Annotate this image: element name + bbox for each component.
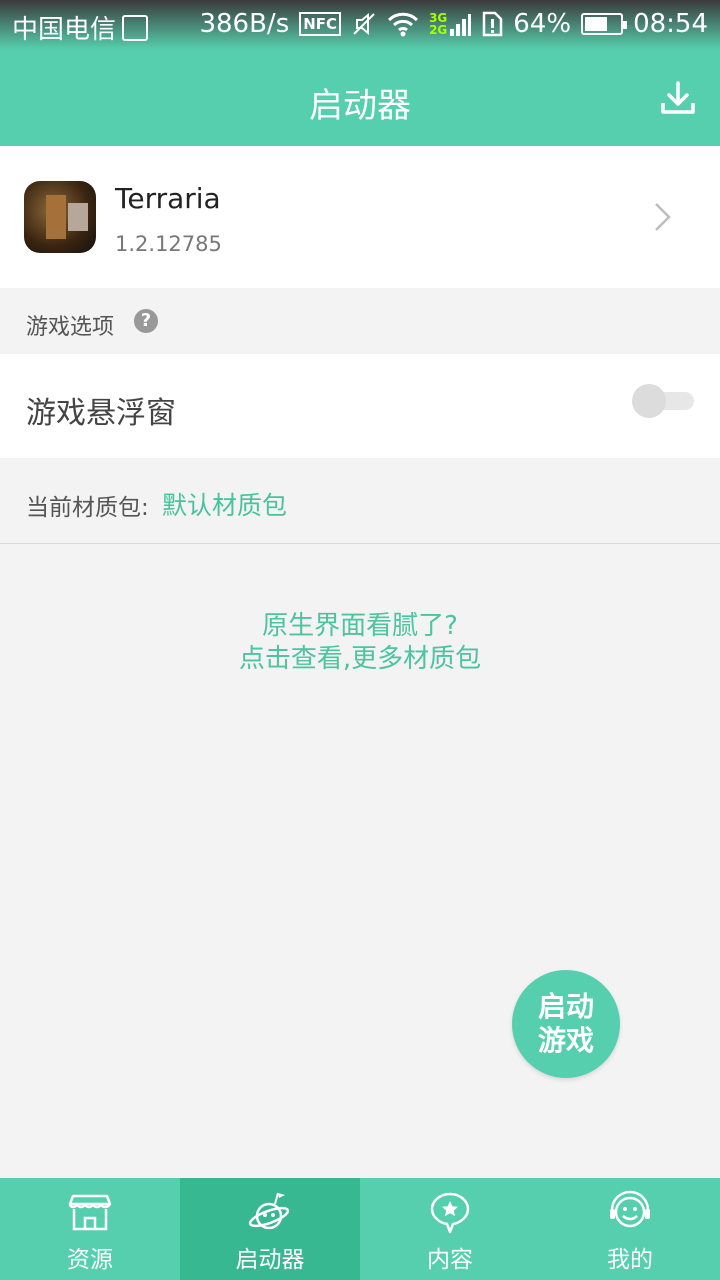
launch-label-line-1: 启动 <box>537 990 594 1023</box>
clock: 08:54 <box>633 9 708 39</box>
texture-pack-link[interactable]: 默认材质包 <box>162 486 287 522</box>
promo-line-1: 原生界面看腻了? <box>262 611 458 641</box>
chevron-right-icon <box>655 203 671 231</box>
battery-percent: 64% <box>513 9 572 39</box>
smiley-headset-icon <box>610 1190 650 1228</box>
game-name: Terraria <box>115 182 221 215</box>
bottom-tab-bar: 资源 启动器 内容 我的 <box>0 1178 720 1280</box>
game-options-label: 游戏选项 <box>26 315 115 340</box>
app-bar: 启动器 <box>0 50 720 146</box>
battery-fill <box>585 17 608 31</box>
launch-game-button[interactable]: 启动 游戏 <box>512 970 620 1078</box>
toggle-knob[interactable] <box>632 384 666 418</box>
texture-pack-prefix: 当前材质包: <box>26 495 149 521</box>
tab-label: 资源 <box>67 1247 113 1273</box>
battery-icon <box>581 13 628 35</box>
nfc-icon: NFC <box>299 12 342 36</box>
game-options-header: 游戏选项 <box>0 288 720 354</box>
network-speed: 386B/s <box>199 9 290 39</box>
tab-label: 启动器 <box>235 1247 305 1273</box>
tab-content[interactable]: 内容 <box>360 1178 540 1280</box>
network-2g-label: 2G <box>429 23 448 37</box>
game-version: 1.2.12785 <box>115 232 222 256</box>
status-bar: 中国电信 386B/s NFC 3G 2G 64% 08:54 <box>0 0 720 50</box>
mute-icon <box>353 12 375 36</box>
tab-launcher[interactable]: 启动器 <box>180 1178 360 1280</box>
chat-star-icon <box>430 1192 470 1234</box>
tab-label: 我的 <box>607 1247 653 1273</box>
floating-window-row: 游戏悬浮窗 <box>0 354 720 458</box>
tab-resources[interactable]: 资源 <box>0 1178 180 1280</box>
store-icon <box>68 1194 112 1231</box>
texture-pack-row: 当前材质包: 默认材质包 <box>0 458 720 544</box>
help-icon[interactable]: ? <box>134 309 158 333</box>
download-icon[interactable] <box>660 80 696 116</box>
planet-icon <box>248 1192 290 1230</box>
game-icon <box>24 181 96 253</box>
sim-alert-icon <box>483 11 503 37</box>
image-notification-icon <box>122 14 149 41</box>
page-title: 启动器 <box>309 86 411 126</box>
wifi-icon <box>388 12 419 37</box>
floating-window-label: 游戏悬浮窗 <box>26 396 176 431</box>
launch-label-line-2: 游戏 <box>537 1024 594 1057</box>
signal-icon <box>450 14 472 36</box>
more-packs-promo[interactable]: 原生界面看腻了? 点击查看,更多材质包 <box>0 610 720 676</box>
tab-me[interactable]: 我的 <box>540 1178 720 1280</box>
game-card[interactable]: Terraria 1.2.12785 <box>0 146 720 288</box>
promo-line-2: 点击查看,更多材质包 <box>238 644 482 674</box>
tab-label: 内容 <box>427 1247 473 1273</box>
carrier-label: 中国电信 <box>12 15 117 45</box>
